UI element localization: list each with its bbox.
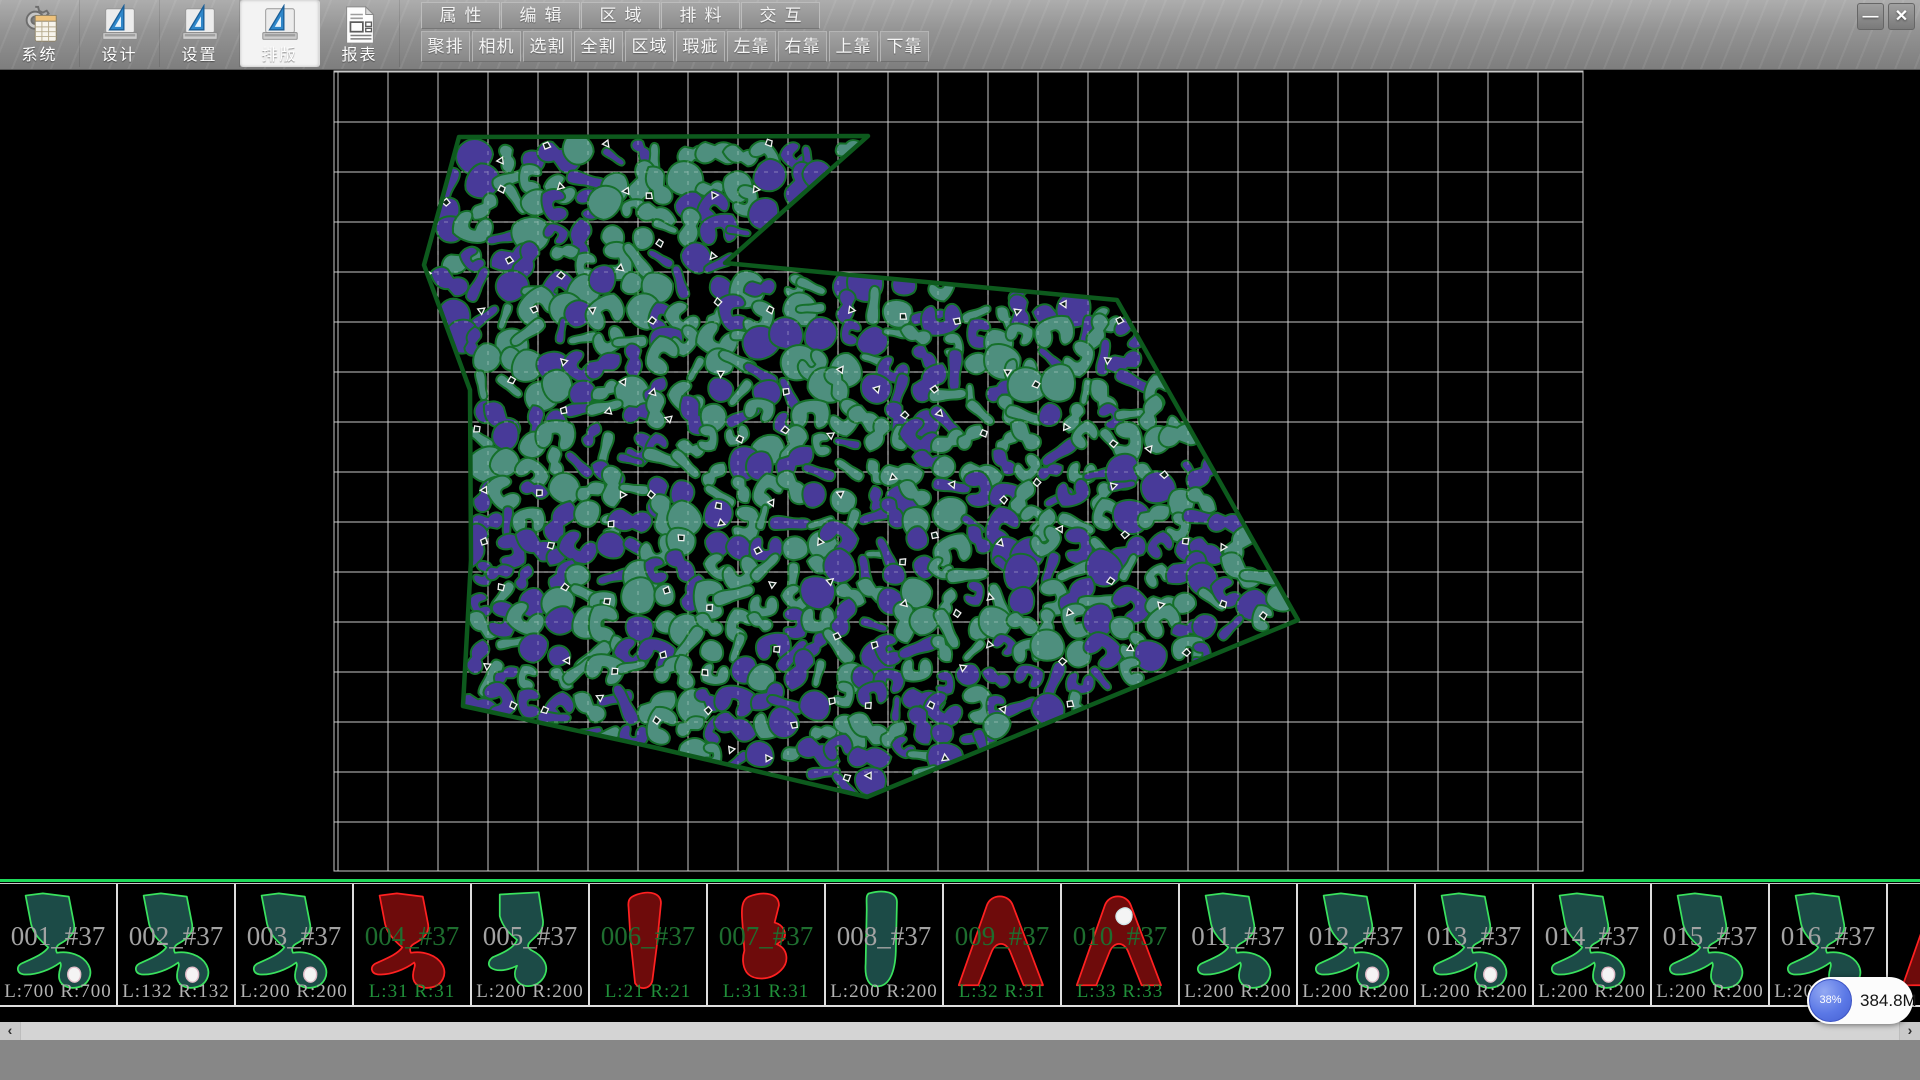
piece-thumbnail-11[interactable]: 011_#37 L:200 R:200 xyxy=(1180,884,1298,1005)
piece-id-label: 006_#37 xyxy=(590,921,706,952)
main-nav: 系统 设计 设置 排版 报表 xyxy=(0,0,400,68)
piece-id-label: 0 xyxy=(1888,921,1920,952)
piece-lr-count-label: L:700 R:700 xyxy=(0,981,116,1003)
piece-thumbnail-6[interactable]: 006_#37 L:21 R:21 xyxy=(590,884,708,1005)
app-window: 系统设计设置排版报表 属性编辑区域排料交互 聚排相机选割全割区域瑕疵左靠右靠上靠… xyxy=(0,0,1920,1080)
piece-id-label: 011_#37 xyxy=(1180,921,1296,952)
gear-table-icon xyxy=(19,4,61,46)
tool-select-cut-button[interactable]: 选割 xyxy=(523,31,572,62)
tab-properties[interactable]: 属性 xyxy=(421,2,500,29)
status-bar xyxy=(0,1040,1920,1080)
piece-thumbnail-15[interactable]: 015_#37 L:200 R:200 xyxy=(1652,884,1770,1005)
scroll-left-button[interactable]: ‹ xyxy=(0,1022,21,1040)
tool-align-top-button[interactable]: 上靠 xyxy=(829,31,878,62)
piece-lr-count-label: L:200 R:200 xyxy=(1652,981,1768,1003)
progress-badge: 38% 384.8M xyxy=(1807,977,1913,1024)
piece-lr-count-label: L:200 R:200 xyxy=(472,981,588,1003)
hide-nest-svg xyxy=(0,70,1920,879)
tool-defect-button[interactable]: 瑕疵 xyxy=(676,31,725,62)
piece-id-label: 002_#37 xyxy=(118,921,234,952)
nav-settings-label: 设置 xyxy=(181,46,217,65)
piece-lr-count-label: L:33 R:33 xyxy=(1062,981,1178,1003)
nav-system-label: 系统 xyxy=(21,46,57,65)
tool-align-right-button[interactable]: 右靠 xyxy=(778,31,827,62)
nav-design-label: 设计 xyxy=(101,46,137,65)
memory-usage: 384.8M xyxy=(1860,977,1917,1024)
nav-settings-button[interactable]: 设置 xyxy=(160,0,240,67)
tool-button-row: 聚排相机选割全割区域瑕疵左靠右靠上靠下靠 xyxy=(421,31,929,62)
piece-thumbnail-5[interactable]: 005_#37 L:200 R:200 xyxy=(472,884,590,1005)
nav-report-button[interactable]: 报表 xyxy=(320,0,400,67)
tab-nest[interactable]: 排料 xyxy=(661,2,740,29)
piece-thumbnail-7[interactable]: 007_#37 L:31 R:31 xyxy=(708,884,826,1005)
piece-lr-count-label: L:200 R:200 xyxy=(1180,981,1296,1003)
piece-id-label: 014_#37 xyxy=(1534,921,1650,952)
strip-accent-line xyxy=(0,879,1920,882)
piece-lr-count-label: L:31 R:31 xyxy=(708,981,824,1003)
piece-id-label: 015_#37 xyxy=(1652,921,1768,952)
nav-nesting-button[interactable]: 排版 xyxy=(240,0,320,67)
progress-percent: 38% xyxy=(1809,979,1852,1022)
piece-thumbnail-8[interactable]: 008_#37 L:200 R:200 xyxy=(826,884,944,1005)
piece-id-label: 004_#37 xyxy=(354,921,470,952)
piece-thumbnail-12[interactable]: 012_#37 L:200 R:200 xyxy=(1298,884,1416,1005)
piece-id-label: 012_#37 xyxy=(1298,921,1414,952)
close-button[interactable]: ✕ xyxy=(1888,3,1915,30)
ruler-board-icon xyxy=(99,4,141,46)
window-controls: — ✕ xyxy=(1857,3,1915,30)
tab-edit[interactable]: 编辑 xyxy=(501,2,580,29)
piece-lr-count-label: L:31 R:31 xyxy=(354,981,470,1003)
piece-lr-count-label: L:200 R:200 xyxy=(826,981,942,1003)
tool-camera-button[interactable]: 相机 xyxy=(472,31,521,62)
report-icon xyxy=(339,4,381,46)
piece-id-label: 005_#37 xyxy=(472,921,588,952)
piece-id-label: 009_#37 xyxy=(944,921,1060,952)
piece-id-label: 013_#37 xyxy=(1416,921,1532,952)
horizontal-scrollbar[interactable]: ‹ › xyxy=(0,1022,1920,1040)
tool-align-bottom-button[interactable]: 下靠 xyxy=(880,31,929,62)
piece-id-label: 001_#37 xyxy=(0,921,116,952)
piece-lr-count-label: L:200 R:200 xyxy=(1534,981,1650,1003)
nav-design-button[interactable]: 设计 xyxy=(80,0,160,67)
piece-thumbnail-4[interactable]: 004_#37 L:31 R:31 xyxy=(354,884,472,1005)
piece-lr-count-label: L:200 R:200 xyxy=(1416,981,1532,1003)
piece-thumbnail-2[interactable]: 002_#37 L:132 R:132 xyxy=(118,884,236,1005)
menu-tab-row: 属性编辑区域排料交互 xyxy=(421,2,820,29)
piece-id-label: 010_#37 xyxy=(1062,921,1178,952)
tab-interaction[interactable]: 交互 xyxy=(741,2,820,29)
nesting-canvas[interactable] xyxy=(0,70,1920,879)
piece-thumbnail-14[interactable]: 014_#37 L:200 R:200 xyxy=(1534,884,1652,1005)
tool-cluster-nest-button[interactable]: 聚排 xyxy=(421,31,470,62)
piece-id-label: 016_#37 xyxy=(1770,921,1886,952)
piece-thumbnail-9[interactable]: 009_#37 L:32 R:31 xyxy=(944,884,1062,1005)
piece-id-label: 003_#37 xyxy=(236,921,352,952)
piece-lr-count-label: L:200 R:200 xyxy=(236,981,352,1003)
ruler-board-icon xyxy=(259,4,301,46)
nav-system-button[interactable]: 系统 xyxy=(0,0,80,67)
piece-lr-count-label: L:132 R:132 xyxy=(118,981,234,1003)
piece-id-label: 007_#37 xyxy=(708,921,824,952)
piece-lr-count-label: L:32 R:31 xyxy=(944,981,1060,1003)
tool-cut-all-button[interactable]: 全割 xyxy=(574,31,623,62)
titlebar: 系统设计设置排版报表 属性编辑区域排料交互 聚排相机选割全割区域瑕疵左靠右靠上靠… xyxy=(0,0,1920,70)
tab-region[interactable]: 区域 xyxy=(581,2,660,29)
nav-nesting-label: 排版 xyxy=(261,46,297,65)
ruler-board-icon xyxy=(179,4,221,46)
piece-thumbnail-strip: 001_#37L:700 R:700002_#37L:132 R:132003_… xyxy=(0,883,1920,1007)
nav-report-label: 报表 xyxy=(341,46,377,65)
piece-thumbnail-3[interactable]: 003_#37 L:200 R:200 xyxy=(236,884,354,1005)
minimize-button[interactable]: — xyxy=(1857,3,1884,30)
piece-thumbnail-10[interactable]: 010_#37 L:33 R:33 xyxy=(1062,884,1180,1005)
tool-align-left-button[interactable]: 左靠 xyxy=(727,31,776,62)
piece-lr-count-label: L:200 R:200 xyxy=(1298,981,1414,1003)
tool-region-button[interactable]: 区域 xyxy=(625,31,674,62)
piece-id-label: 008_#37 xyxy=(826,921,942,952)
piece-lr-count-label: L:21 R:21 xyxy=(590,981,706,1003)
piece-thumbnail-1[interactable]: 001_#37 L:700 R:700 xyxy=(0,884,118,1005)
piece-thumbnail-13[interactable]: 013_#37 L:200 R:200 xyxy=(1416,884,1534,1005)
scroll-right-button[interactable]: › xyxy=(1899,1022,1920,1040)
